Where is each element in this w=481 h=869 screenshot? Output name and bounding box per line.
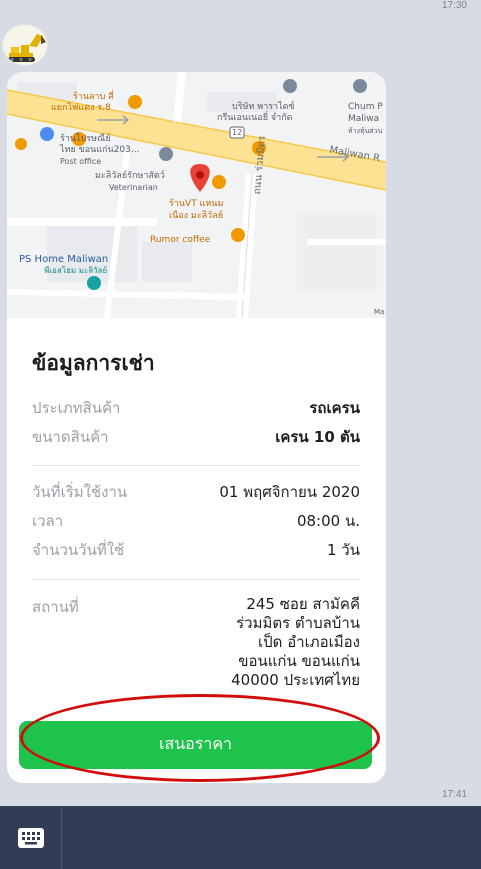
map-label: ร้านVT แหนม [169,199,224,209]
excavator-icon [3,25,47,65]
divider [32,579,360,580]
start-date-value: 01 พฤศจิกายน 2020 [219,483,360,501]
divider [32,465,360,466]
map-label: บริษัท พาราไดซ์ [232,102,295,112]
location-map[interactable]: ร้านลาบ สี่ แยกไฟแดง ร.8 บริษัท พาราไดซ์… [7,72,386,318]
days-value: 1 วัน [327,541,360,559]
map-label: ห้างหุ้นส่วน [348,127,383,135]
map-label: ร้านลาบ สี่ [73,92,114,102]
time-label: เวลา [32,512,64,530]
product-size-value: เครน 10 ตัน [275,428,360,446]
map-label: Maliwa [348,114,380,124]
start-date-label: วันที่เริ่มใช้งาน [32,483,128,501]
address-line: เป็ด อำเภอเมือง [258,633,360,651]
map-label: Chum P [348,102,383,112]
map-label: แยกไฟแดง ร.8 [51,103,111,113]
map-label: Veterinarian [109,183,158,192]
keyboard-toggle-button[interactable] [0,806,62,869]
map-label: กรีนเอนเนอยี่ จำกัด [217,113,293,123]
location-label: สถานที่ [32,598,79,616]
address-line: ร่วมมิตร ตำบลบ้าน [236,614,360,632]
map-label: เนือง มะลิวัลย์ [169,211,224,221]
map-label: Rumor coffee [150,235,211,245]
map-label: Post office [60,157,102,166]
rental-title: ข้อมูลการเช่า [32,351,155,375]
map-route-shield: 12 [232,128,243,137]
chat-input-bar [0,806,481,869]
map-label: ไทย ขอนแก่น203... [60,145,140,155]
map-label: Ma [374,308,385,316]
address-line: ขอนแก่น ขอนแก่น [238,652,360,670]
sender-avatar[interactable] [2,24,48,66]
map-label: พีเอสโฮม มะลิวัลย์ [44,266,108,275]
restaurant-pin-1 [128,95,142,109]
days-label: จำนวนวันที่ใช้ [32,541,125,559]
product-type-value: รถเครน [309,399,360,417]
message-timestamp-bottom: 17:41 [441,789,467,800]
address-line: 245 ซอย สามัคคี [246,595,360,613]
time-value: 08:00 น. [296,512,360,530]
location-value: 245 ซอย สามัคคี ร่วมมิตร ตำบลบ้าน เป็ด อ… [200,595,360,690]
address-line: 40000 ประเทศไทย [231,671,360,689]
map-label: PS Home Maliwan [19,254,109,265]
map-label: ร้านไปรษณีย์ [60,134,111,144]
message-timestamp-top: 17:30 [441,0,467,11]
highlight-circle [20,694,380,782]
rental-info-card: ร้านลาบ สี่ แยกไฟแดง ร.8 บริษัท พาราไดซ์… [7,72,386,783]
product-size-label: ขนาดสินค้า [32,428,109,446]
product-type-label: ประเภทสินค้า [32,399,121,417]
map-label: มะลิวัลย์รักษาสัตว์ [95,171,165,181]
keyboard-icon [17,827,44,848]
